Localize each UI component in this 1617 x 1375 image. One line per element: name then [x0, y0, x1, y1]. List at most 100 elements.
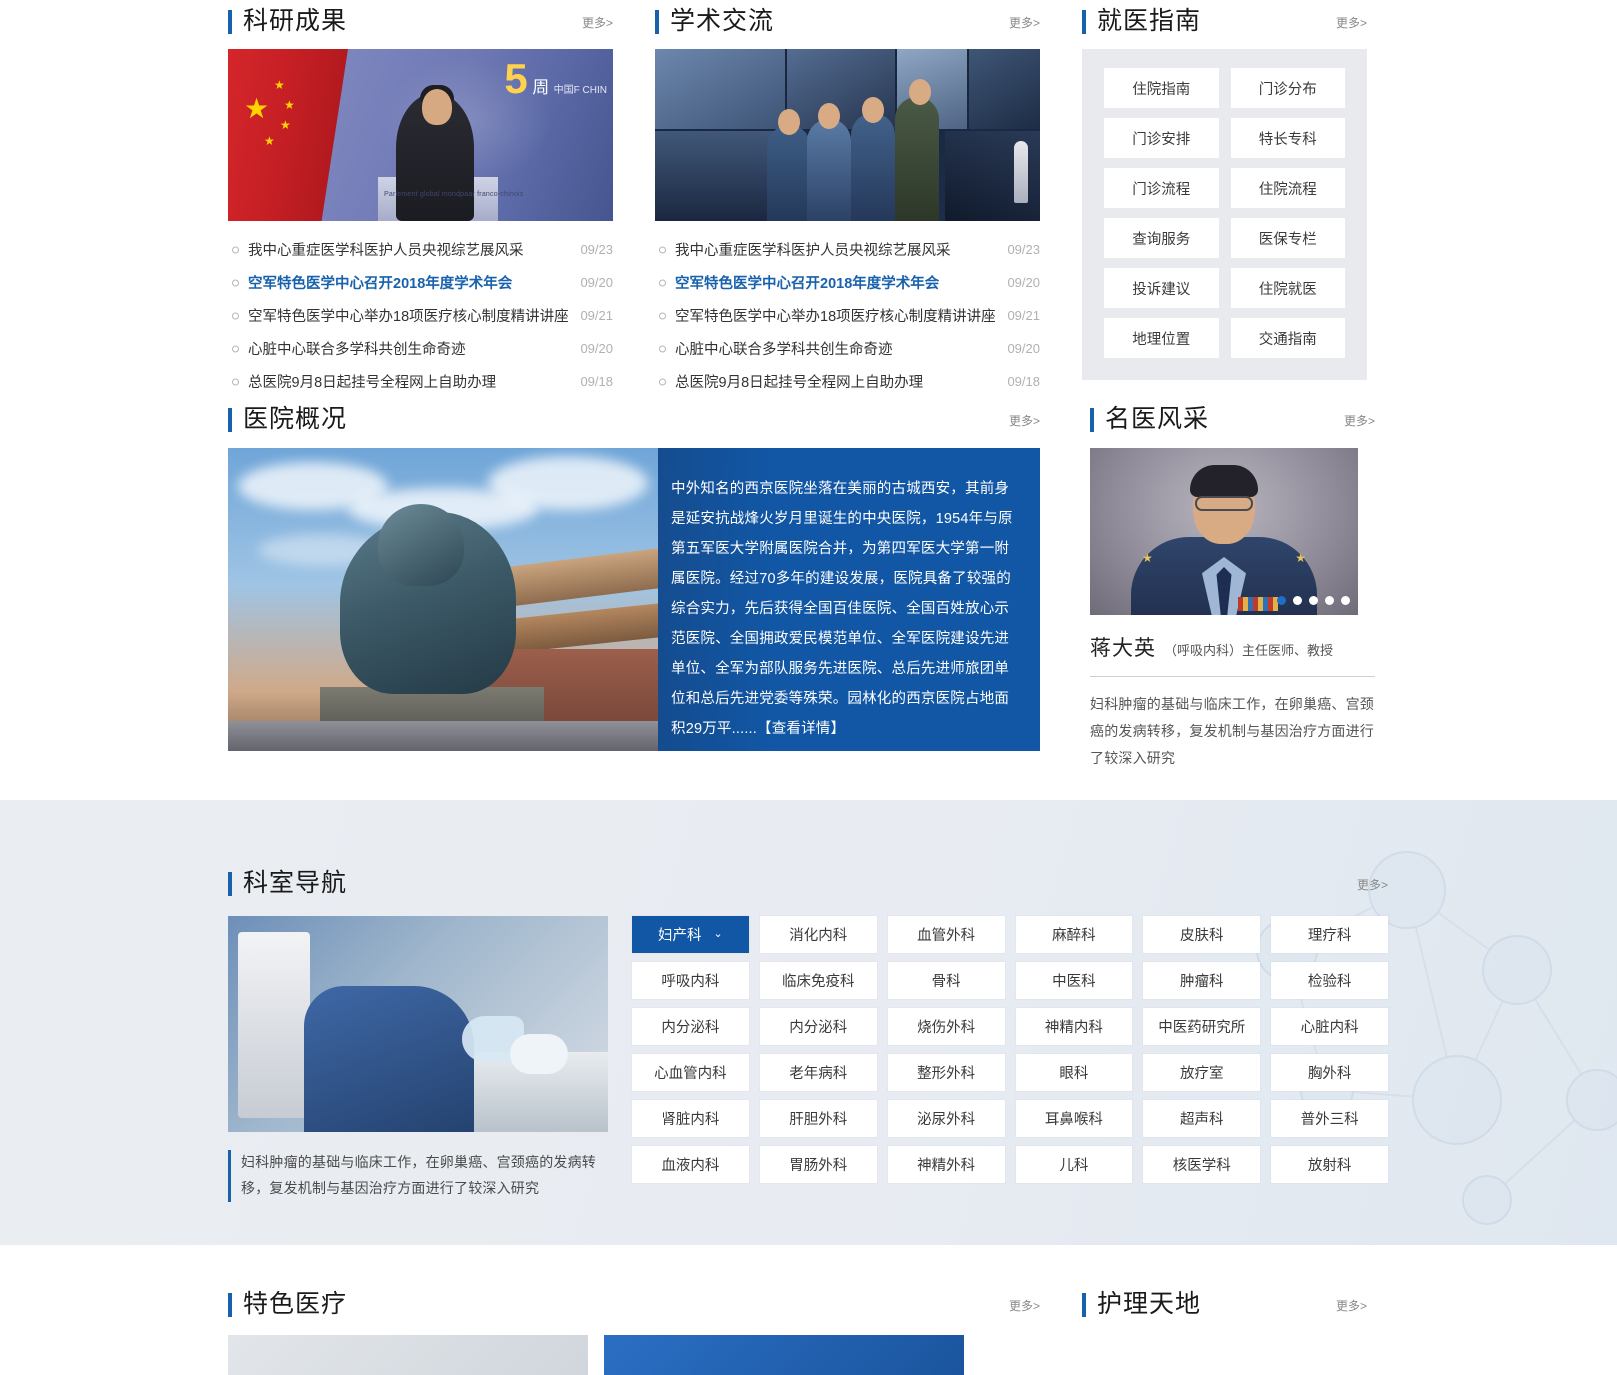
dept-button-pediatrics[interactable]: 儿科: [1015, 1146, 1133, 1183]
dept-button-vascular-surgery[interactable]: 血管外科: [887, 916, 1005, 953]
dept-button-radiology[interactable]: 放射科: [1271, 1146, 1388, 1183]
dept-button-gastroenterology[interactable]: 消化内科: [759, 916, 877, 953]
list-item[interactable]: 空军特色医学中心举办18项医疗核心制度精讲讲座 09/21: [655, 299, 1040, 332]
overview-more-link[interactable]: 更多>: [1009, 412, 1040, 432]
department-section: 科室导航 更多> 妇科肿瘤的基础与临床工作，在卵巢癌、宫颈癌的发病转移，复发机制…: [228, 862, 1388, 1202]
podium-caption: Parlement global mondpaar franco-chinois: [384, 191, 524, 198]
dept-button-geriatrics[interactable]: 老年病科: [759, 1054, 877, 1091]
research-more-link[interactable]: 更多>: [582, 14, 613, 34]
dept-button-laboratory[interactable]: 检验科: [1271, 962, 1388, 999]
dept-button-thoracic-surgery[interactable]: 胸外科: [1271, 1054, 1388, 1091]
guide-button-specialty-clinic[interactable]: 特长专科: [1230, 118, 1345, 158]
special-more-link[interactable]: 更多>: [1009, 1297, 1040, 1317]
guide-button-complaints[interactable]: 投诉建议: [1104, 268, 1219, 308]
guide-button-inpatient-visit[interactable]: 住院就医: [1230, 268, 1345, 308]
ground-steps: [228, 721, 658, 751]
doctor-meta: （呼吸内科）主任医师、教授: [1164, 643, 1334, 658]
list-item[interactable]: 总医院9月8日起挂号全程网上自助办理 09/18: [228, 365, 613, 398]
dept-button-general-surgery-3[interactable]: 普外三科: [1271, 1100, 1388, 1137]
dept-button-hepatobiliary[interactable]: 肝胆外科: [759, 1100, 877, 1137]
dept-button-tcm-institute[interactable]: 中医药研究所: [1143, 1008, 1261, 1045]
news-date: 09/23: [1007, 242, 1040, 257]
news-date: 09/20: [580, 275, 613, 290]
dept-button-cardiovascular[interactable]: 心血管内科: [632, 1054, 749, 1091]
anniversary-overlay: 5 周 中国F CHIN: [504, 55, 607, 103]
dept-button-clinical-immunology[interactable]: 临床免疫科: [759, 962, 877, 999]
department-title-group: 科室导航: [228, 871, 347, 896]
dept-button-orthopedics[interactable]: 骨科: [887, 962, 1005, 999]
famous-doctor-section: 名医风采 更多> ★ ★ 蒋大英 （呼吸内科）主任医师、教授 妇科肿瘤的基础与临…: [1090, 398, 1375, 772]
anesthesia-machine: [238, 932, 310, 1118]
carousel-dot-5[interactable]: [1341, 596, 1350, 605]
dept-button-dermatology[interactable]: 皮肤科: [1143, 916, 1261, 953]
department-left: 妇科肿瘤的基础与临床工作，在卵巢癌、宫颈癌的发病转移，复发机制与基因治疗方面进行…: [228, 916, 608, 1202]
special-card[interactable]: [604, 1335, 964, 1375]
dept-button-respiratory[interactable]: 呼吸内科: [632, 962, 749, 999]
nursing-more-link[interactable]: 更多>: [1336, 1297, 1367, 1317]
guide-button-location[interactable]: 地理位置: [1104, 318, 1219, 358]
guide-button-clinic-schedule[interactable]: 门诊安排: [1104, 118, 1219, 158]
guide-button-clinic-distribution[interactable]: 门诊分布: [1230, 68, 1345, 108]
list-item[interactable]: 心脏中心联合多学科共创生命奇迹 09/20: [228, 332, 613, 365]
academic-feature-image[interactable]: [655, 49, 1040, 221]
list-item[interactable]: 心脏中心联合多学科共创生命奇迹 09/20: [655, 332, 1040, 365]
famous-more-link[interactable]: 更多>: [1344, 412, 1375, 432]
dept-button-nuclear-medicine[interactable]: 核医学科: [1143, 1146, 1261, 1183]
dept-button-ent[interactable]: 耳鼻喉科: [1015, 1100, 1133, 1137]
officer-figure: [767, 125, 811, 221]
department-more-link[interactable]: 更多>: [1357, 876, 1388, 896]
special-card[interactable]: [228, 1335, 588, 1375]
carousel-dot-1[interactable]: [1277, 596, 1286, 605]
news-columns: 科研成果 更多> ★ ★ ★ ★ ★ Parlement global mond…: [228, 0, 1388, 398]
dept-button-burn-surgery[interactable]: 烧伤外科: [887, 1008, 1005, 1045]
academic-more-link[interactable]: 更多>: [1009, 14, 1040, 34]
dept-button-plastic-surgery[interactable]: 整形外科: [887, 1054, 1005, 1091]
dept-button-neurosurgery[interactable]: 神精外科: [887, 1146, 1005, 1183]
dept-button-physiotherapy[interactable]: 理疗科: [1271, 916, 1388, 953]
research-feature-image[interactable]: ★ ★ ★ ★ ★ Parlement global mondpaar fran…: [228, 49, 613, 221]
guide-button-inpatient-process[interactable]: 住院流程: [1230, 168, 1345, 208]
dept-button-cardiology[interactable]: 心脏内科: [1271, 1008, 1388, 1045]
list-item[interactable]: 空军特色医学中心召开2018年度学术年会 09/20: [228, 266, 613, 299]
dept-button-hematology[interactable]: 血液内科: [632, 1146, 749, 1183]
guide-button-insurance-column[interactable]: 医保专栏: [1230, 218, 1345, 258]
dept-button-endocrinology-2[interactable]: 内分泌科: [759, 1008, 877, 1045]
department-title: 科室导航: [243, 869, 348, 897]
list-item[interactable]: 我中心重症医学科医护人员央视综艺展风采 09/23: [228, 233, 613, 266]
dept-button-ophthalmology[interactable]: 眼科: [1015, 1054, 1133, 1091]
dept-button-nephrology[interactable]: 肾脏内科: [632, 1100, 749, 1137]
guide-title: 就医指南: [1097, 7, 1202, 35]
list-item[interactable]: 总医院9月8日起挂号全程网上自助办理 09/18: [655, 365, 1040, 398]
academic-news-list: 我中心重症医学科医护人员央视综艺展风采 09/23 空军特色医学中心召开2018…: [655, 233, 1040, 398]
special-title: 特色医疗: [243, 1290, 348, 1318]
list-item[interactable]: 空军特色医学中心召开2018年度学术年会 09/20: [655, 266, 1040, 299]
guide-button-query-service[interactable]: 查询服务: [1104, 218, 1219, 258]
carousel-dot-4[interactable]: [1325, 596, 1334, 605]
guide-more-link[interactable]: 更多>: [1336, 14, 1367, 34]
dept-button-endocrinology-1[interactable]: 内分泌科: [632, 1008, 749, 1045]
dept-button-obstetrics[interactable]: 妇产科 ⌄: [632, 916, 749, 953]
carousel-dot-3[interactable]: [1309, 596, 1318, 605]
guide-button-clinic-process[interactable]: 门诊流程: [1104, 168, 1219, 208]
list-item[interactable]: 空军特色医学中心举办18项医疗核心制度精讲讲座 09/21: [228, 299, 613, 332]
dept-button-tcm[interactable]: 中医科: [1015, 962, 1133, 999]
dept-button-anesthesiology[interactable]: 麻醉科: [1015, 916, 1133, 953]
flag-star-icon: ★: [284, 98, 295, 112]
guide-button-inpatient-guide[interactable]: 住院指南: [1104, 68, 1219, 108]
academic-column: 学术交流 更多> 我中心重症医学科医护人员央视综艺展风采 09/23 空军特色医…: [655, 0, 1040, 398]
dept-button-oncology[interactable]: 肿瘤科: [1143, 962, 1261, 999]
officer-figure: [807, 119, 851, 221]
accent-bar-icon: [228, 9, 232, 34]
dept-button-ultrasound[interactable]: 超声科: [1143, 1100, 1261, 1137]
news-title: 我中心重症医学科医护人员央视综艺展风采: [248, 243, 524, 259]
overview-detail-link[interactable]: 【查看详情】: [757, 721, 845, 737]
research-heading: 科研成果 更多>: [228, 0, 613, 34]
carousel-dot-2[interactable]: [1293, 596, 1302, 605]
dept-button-neurology[interactable]: 神精内科: [1015, 1008, 1133, 1045]
list-item[interactable]: 我中心重症医学科医护人员央视综艺展风采 09/23: [655, 233, 1040, 266]
dept-button-radiotherapy[interactable]: 放疗室: [1143, 1054, 1261, 1091]
dept-button-urology[interactable]: 泌尿外科: [887, 1100, 1005, 1137]
department-button-grid: 妇产科 ⌄ 消化内科 血管外科 麻醉科 皮肤科 理疗科 呼吸内科 临床免疫科 骨…: [632, 916, 1388, 1202]
dept-button-gastrointestinal-surgery[interactable]: 胃肠外科: [759, 1146, 877, 1183]
guide-button-transport[interactable]: 交通指南: [1230, 318, 1345, 358]
